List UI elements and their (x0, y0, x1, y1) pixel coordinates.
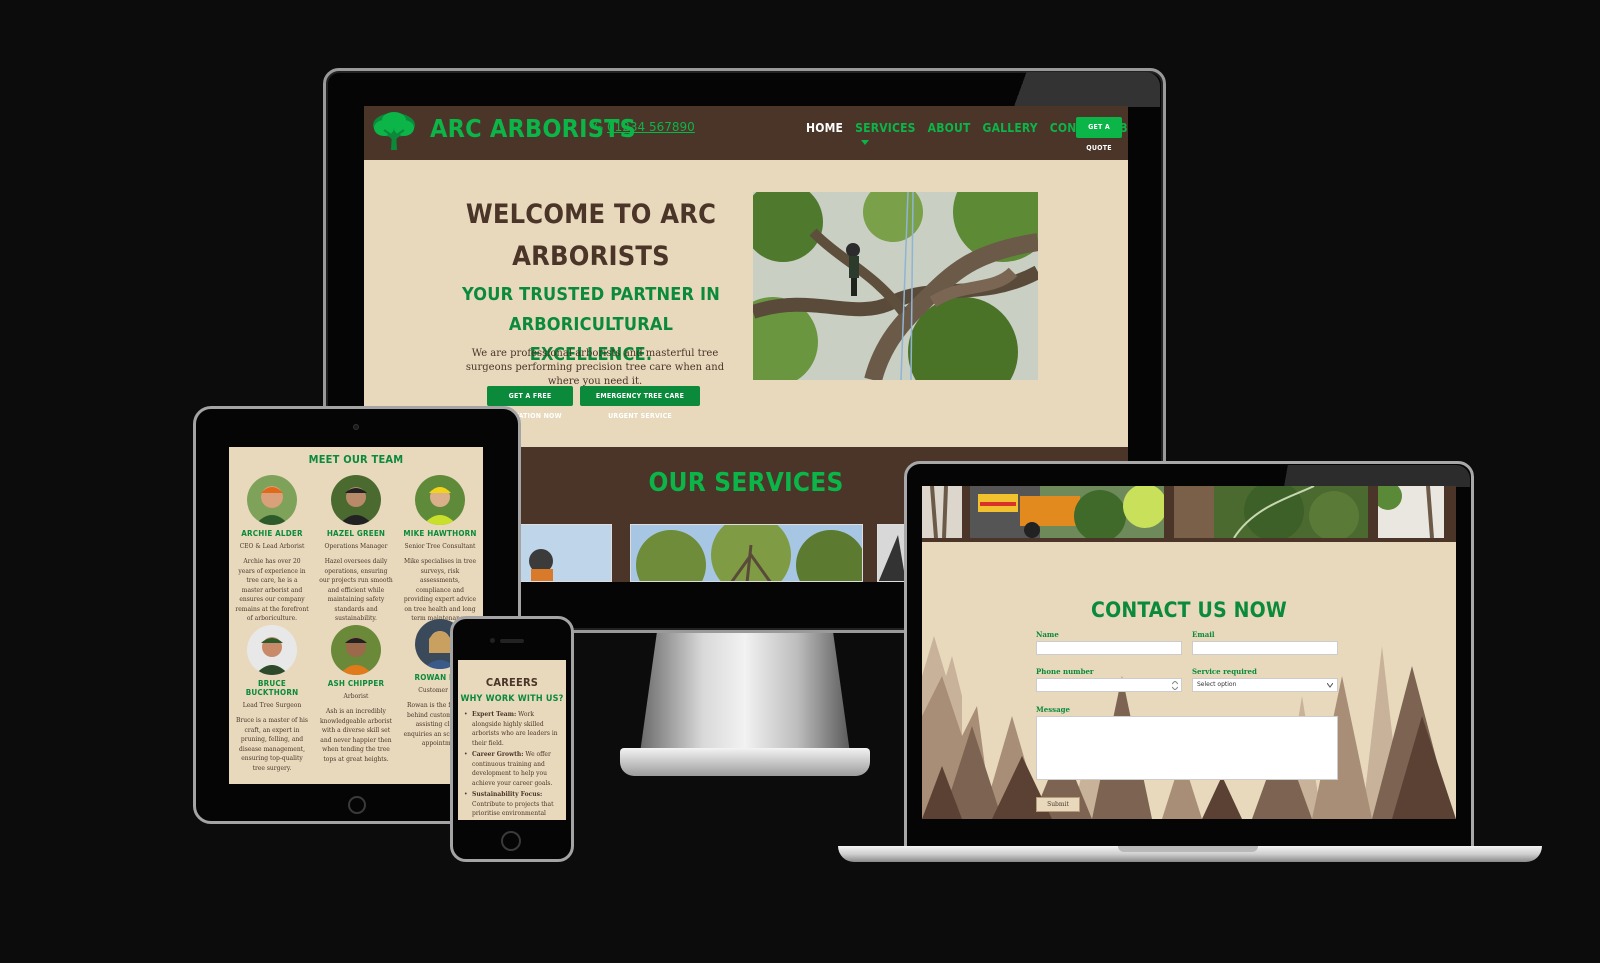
careers-title: CAREERS (485, 676, 539, 689)
item-label: Expert Team: (472, 711, 517, 718)
team-member: ARCHIE ALDER CEO & Lead Arborist Archie … (231, 475, 313, 624)
monitor-stand-base (620, 748, 870, 776)
member-role: Arborist (343, 693, 369, 700)
gallery-image[interactable] (1378, 486, 1444, 538)
hero-text: We are professional arborists and master… (465, 348, 725, 387)
phone-speaker (500, 639, 524, 643)
member-bio: Bruce is a master of his craft, an exper… (235, 717, 309, 772)
service-card[interactable] (510, 524, 612, 582)
member-name: BRUCE BUCKTHORN (245, 679, 299, 697)
chevron-down-icon (861, 140, 870, 145)
hero-title: WELCOME TO ARC ARBORISTS (465, 199, 717, 272)
member-role: Lead Tree Surgeon (242, 702, 302, 709)
member-bio: Archie has over 20 years of experience i… (235, 558, 309, 622)
service-label: Service required (1192, 667, 1257, 676)
member-role: Operations Manager (324, 543, 388, 550)
avatar (331, 475, 381, 525)
phone-link[interactable]: 01234 567890 (592, 120, 695, 134)
get-a-quote-button[interactable]: GET A QUOTE (1076, 117, 1122, 152)
message-label: Message (1036, 705, 1070, 714)
team-member: MIKE HAWTHORN Senior Tree Consultant Mik… (399, 475, 481, 624)
laptop-notch (1118, 846, 1258, 852)
item-text: Contribute to projects that prioritise e… (472, 800, 554, 821)
team-title: MEET OUR TEAM (308, 453, 404, 466)
avatar (415, 475, 465, 525)
member-name: ASH CHIPPER (327, 679, 385, 688)
avatar (247, 625, 297, 675)
member-bio: Ash is an incredibly knowledgeable arbor… (320, 708, 392, 763)
chevron-down-icon (1327, 683, 1333, 688)
list-item: Sustainability Focus: Contribute to proj… (464, 790, 564, 820)
member-bio: Mike specialises in tree surveys, risk a… (403, 558, 477, 622)
spinner-icon[interactable] (1172, 681, 1178, 690)
member-role: CEO & Lead Arborist (239, 543, 305, 550)
careers-subtitle: WHY WORK WITH US? (460, 694, 564, 704)
nav-gallery[interactable]: GALLERY (983, 121, 1038, 149)
name-label: Name (1036, 630, 1059, 639)
nav-home[interactable]: HOME (806, 121, 843, 149)
gallery-image[interactable] (970, 486, 1164, 538)
list-item: Expert Team: Work alongside highly skill… (464, 710, 564, 748)
member-bio: Hazel oversees daily operations, ensurin… (319, 558, 393, 622)
email-label: Email (1192, 630, 1215, 639)
message-textarea[interactable] (1036, 716, 1338, 780)
tree-logo-icon[interactable] (370, 110, 418, 152)
tablet-screen: MEET OUR TEAM ARCHIE ALDER CEO & Lead Ar… (229, 447, 483, 784)
tablet-home-button (348, 796, 366, 814)
gallery-image[interactable] (1174, 486, 1368, 538)
service-select-value: Select option (1197, 681, 1237, 688)
phone-camera (490, 638, 495, 643)
phone-icon (592, 120, 603, 131)
email-field[interactable] (1192, 641, 1338, 655)
tablet-camera (353, 424, 359, 430)
phone-number: 01234 567890 (607, 120, 695, 134)
avatar (331, 625, 381, 675)
list-item: Career Growth: We offer continuous train… (464, 750, 564, 788)
gallery-image[interactable] (922, 486, 962, 538)
laptop-screen: CONTACT US NOW Name Email Phone number S… (922, 486, 1456, 819)
team-member: HAZEL GREEN Operations Manager Hazel ove… (315, 475, 397, 624)
emergency-service-button[interactable]: EMERGENCY TREE CARE URGENT SERVICE (580, 386, 700, 420)
monitor-glare (990, 72, 1160, 107)
careers-list: Expert Team: Work alongside highly skill… (464, 710, 564, 820)
service-card[interactable] (630, 524, 863, 582)
service-select[interactable]: Select option (1192, 678, 1338, 692)
team-member: ASH CHIPPER Arborist Ash is an incredibl… (315, 625, 397, 764)
phone-screen: CAREERS WHY WORK WITH US? Expert Team: W… (458, 660, 566, 820)
hero-image-arborist (753, 192, 1038, 380)
member-name: HAZEL GREEN (326, 529, 386, 538)
member-name: MIKE HAWTHORN (403, 529, 477, 538)
submit-button[interactable]: Submit (1036, 797, 1080, 812)
navbar: ARC ARBORISTS 01234 567890 HOME SERVICES… (364, 106, 1128, 160)
phone-number-field[interactable] (1036, 678, 1182, 692)
avatar (247, 475, 297, 525)
phone-home-button (501, 831, 521, 851)
free-quotation-button[interactable]: GET A FREE QUOTATION NOW (487, 386, 573, 420)
name-field[interactable] (1036, 641, 1182, 655)
item-label: Sustainability Focus: (472, 791, 543, 798)
laptop-glare (1255, 465, 1470, 487)
team-member: BRUCE BUCKTHORN Lead Tree Surgeon Bruce … (231, 625, 313, 773)
nav-about[interactable]: ABOUT (928, 121, 971, 149)
contact-title: CONTACT US NOW (1091, 598, 1287, 622)
nav-services[interactable]: SERVICES (855, 121, 916, 149)
member-name: ARCHIE ALDER (241, 529, 303, 538)
item-label: Career Growth: (472, 751, 524, 758)
phone-label: Phone number (1036, 667, 1094, 676)
nav-services-label: SERVICES (855, 121, 916, 135)
monitor-stand (640, 633, 850, 753)
member-role: Senior Tree Consultant (404, 543, 476, 550)
